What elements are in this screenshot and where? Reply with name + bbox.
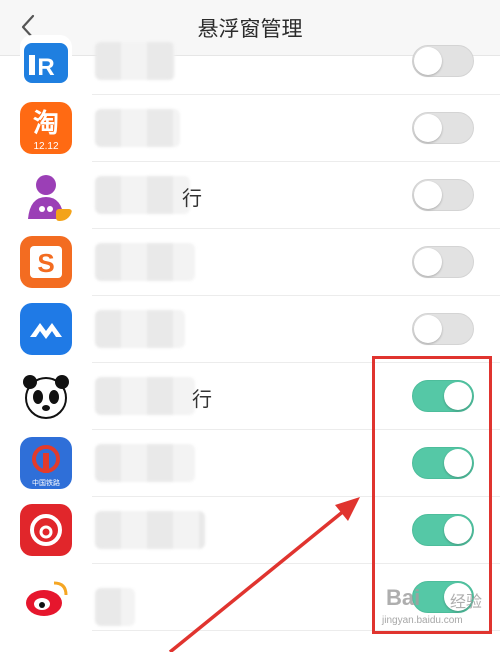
app-list: R 淘 12.12 行 S 行 中国铁路 bbox=[0, 35, 500, 631]
sogou-input-icon: S bbox=[20, 236, 72, 288]
list-item: R bbox=[20, 35, 500, 95]
panda-icon bbox=[20, 370, 72, 422]
list-item bbox=[20, 296, 500, 363]
list-item bbox=[20, 497, 500, 564]
taobao-icon: 淘 12.12 bbox=[20, 102, 72, 154]
taobao-glyph: 淘 bbox=[33, 109, 59, 139]
weibo-icon bbox=[20, 571, 72, 623]
blue-app-icon bbox=[20, 303, 72, 355]
list-item: 中国铁路 bbox=[20, 430, 500, 497]
app-name-blurred bbox=[95, 109, 180, 147]
list-item: 淘 12.12 bbox=[20, 95, 500, 162]
svg-text:R: R bbox=[37, 54, 54, 81]
app-name: 行 bbox=[182, 186, 202, 210]
list-item bbox=[20, 564, 500, 631]
app-name-blurred bbox=[95, 42, 175, 80]
app-name-blurred bbox=[95, 588, 135, 626]
taobao-date: 12.12 bbox=[33, 141, 58, 152]
float-window-toggle[interactable] bbox=[412, 313, 474, 345]
app-name-blurred bbox=[95, 310, 185, 348]
float-window-toggle[interactable] bbox=[412, 447, 474, 479]
float-window-toggle[interactable] bbox=[412, 380, 474, 412]
app-name-blurred bbox=[95, 444, 195, 482]
list-item: 行 bbox=[20, 363, 500, 430]
app-name-blurred bbox=[95, 176, 190, 214]
app-name-blurred bbox=[95, 243, 195, 281]
float-window-toggle[interactable] bbox=[412, 246, 474, 278]
railway-icon: 中国铁路 bbox=[20, 437, 72, 489]
float-window-toggle[interactable] bbox=[412, 581, 474, 613]
list-item: 行 bbox=[20, 162, 500, 229]
float-window-toggle[interactable] bbox=[412, 514, 474, 546]
list-item: S bbox=[20, 229, 500, 296]
float-window-toggle[interactable] bbox=[412, 179, 474, 211]
app-name-blurred bbox=[95, 377, 195, 415]
float-window-toggle[interactable] bbox=[412, 45, 474, 77]
purple-app-icon bbox=[20, 169, 72, 221]
railway-caption: 中国铁路 bbox=[32, 478, 60, 487]
float-window-toggle[interactable] bbox=[412, 112, 474, 144]
svg-text:S: S bbox=[37, 248, 54, 278]
app-name: 行 bbox=[192, 387, 212, 411]
netease-music-icon bbox=[20, 504, 72, 556]
hr-app-icon: R bbox=[20, 35, 72, 87]
app-name-blurred bbox=[95, 511, 205, 549]
